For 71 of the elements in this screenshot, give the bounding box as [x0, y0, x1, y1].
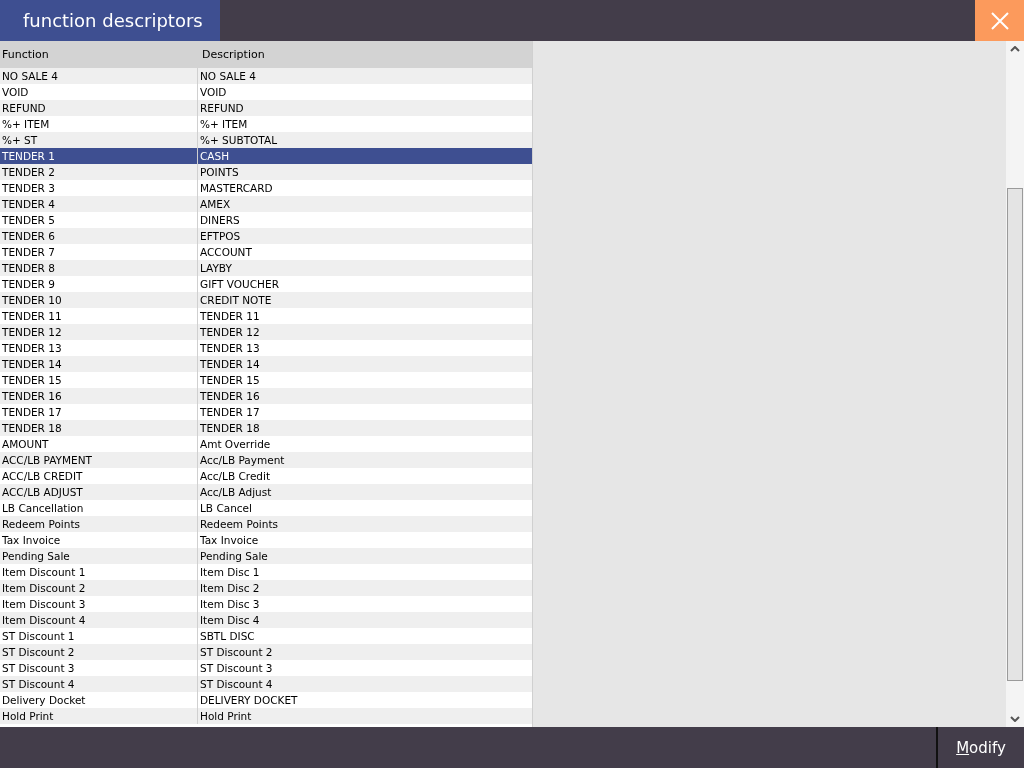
table-row[interactable]: Hold Print Hold Print [0, 708, 532, 724]
table-cell-text: MASTERCARD [199, 181, 274, 196]
table-row[interactable]: TENDER 16 TENDER 16 [0, 388, 532, 404]
table-cell-text: POINTS [199, 165, 240, 180]
table-row[interactable]: REFUND REFUND [0, 100, 532, 116]
table-cell-text: Hold Print [199, 709, 253, 724]
table-row[interactable]: TENDER 6 EFTPOS [0, 228, 532, 244]
table-cell-text: CASH [199, 149, 231, 164]
table-row[interactable]: TENDER 2 POINTS [0, 164, 532, 180]
table-cell-text: TENDER 18 [199, 421, 261, 436]
table-cell-text: LAYBY [199, 261, 233, 276]
table-cell-text: Pending Sale [199, 549, 269, 564]
table-cell-text: TENDER 12 [199, 325, 261, 340]
table-cell-text: TENDER 13 [199, 341, 261, 356]
close-button[interactable] [975, 0, 1024, 41]
table-row[interactable]: TENDER 14 TENDER 14 [0, 356, 532, 372]
table-cell-text: SBTL DISC [199, 629, 256, 644]
table-cell-text: TENDER 16 [199, 389, 261, 404]
table-cell-text: GIFT VOUCHER [199, 277, 280, 292]
table-row[interactable]: ST Discount 2 ST Discount 2 [0, 644, 532, 660]
table-cell-text: Item Disc 4 [199, 613, 261, 628]
table-cell-text: Acc/LB Adjust [199, 485, 273, 500]
table-cell-text: Tax Invoice [199, 533, 260, 548]
close-icon [990, 11, 1009, 30]
table-cell-text: EFTPOS [199, 229, 242, 244]
table-row[interactable]: Redeem Points Redeem Points [0, 516, 532, 532]
table-cell-text: TENDER 17 [199, 405, 261, 420]
table-row[interactable]: TENDER 8 LAYBY [0, 260, 532, 276]
table-cell-text: ST Discount 4 [199, 677, 274, 692]
table-cell-text: Amt Override [199, 437, 272, 452]
table-cell-text: VOID [199, 85, 228, 100]
table-row[interactable]: ACC/LB ADJUST Acc/LB Adjust [0, 484, 532, 500]
table-row[interactable]: ACC/LB PAYMENT Acc/LB Payment [0, 452, 532, 468]
table-cell-text: ACCOUNT [199, 245, 253, 260]
table-cell-text: TENDER 15 [199, 373, 261, 388]
table-cell-text: Acc/LB Credit [199, 469, 272, 484]
table-cell-text: AMEX [199, 197, 232, 212]
table-row[interactable]: NO SALE 4 NO SALE 4 [0, 68, 532, 84]
column-header[interactable]: Description [200, 41, 532, 68]
scrollbar[interactable] [1006, 41, 1024, 727]
window-title: function descriptors [0, 0, 220, 41]
table-cell-text: %+ ITEM [199, 117, 249, 132]
table-row[interactable]: %+ ST %+ SUBTOTAL [0, 132, 532, 148]
table-row[interactable]: TENDER 12 TENDER 12 [0, 324, 532, 340]
table-cell-text: ST Discount 2 [199, 645, 274, 660]
table-row[interactable]: Pending Sale Pending Sale [0, 548, 532, 564]
table-row[interactable]: TENDER 10 CREDIT NOTE [0, 292, 532, 308]
table-cell-text: REFUND [199, 101, 245, 116]
table-cell-text: Item Disc 1 [199, 565, 261, 580]
table-cell-text: DELIVERY DOCKET [199, 693, 299, 708]
table-cell-text: NO SALE 4 [199, 69, 257, 84]
table-row[interactable]: TENDER 4 AMEX [0, 196, 532, 212]
table-row[interactable]: Item Discount 2 Item Disc 2 [0, 580, 532, 596]
table-cell: Hold Print [0, 708, 198, 724]
table-cell-text: TENDER 14 [199, 357, 261, 372]
table-row[interactable]: TENDER 18 TENDER 18 [0, 420, 532, 436]
table-cell-text: Redeem Points [199, 517, 279, 532]
table-cell-text: Item Disc 3 [199, 597, 261, 612]
table-cell-text: LB Cancel [199, 501, 253, 516]
column-header[interactable]: Function [0, 41, 200, 68]
table-cell-text: TENDER 11 [199, 309, 261, 324]
table-row[interactable]: ST Discount 4 ST Discount 4 [0, 676, 532, 692]
table-cell-text: Item Disc 2 [199, 581, 261, 596]
table-cell-text: %+ SUBTOTAL [199, 133, 278, 148]
scrollbar-thumb[interactable] [1007, 188, 1023, 681]
table-row[interactable]: Item Discount 4 Item Disc 4 [0, 612, 532, 628]
table-cell-text: DINERS [199, 213, 241, 228]
table-row[interactable]: TENDER 1 CASH [0, 148, 532, 164]
table-cell-text: Acc/LB Payment [199, 453, 286, 468]
table-cell-text: ST Discount 3 [199, 661, 274, 676]
table-cell-text: CREDIT NOTE [199, 293, 273, 308]
